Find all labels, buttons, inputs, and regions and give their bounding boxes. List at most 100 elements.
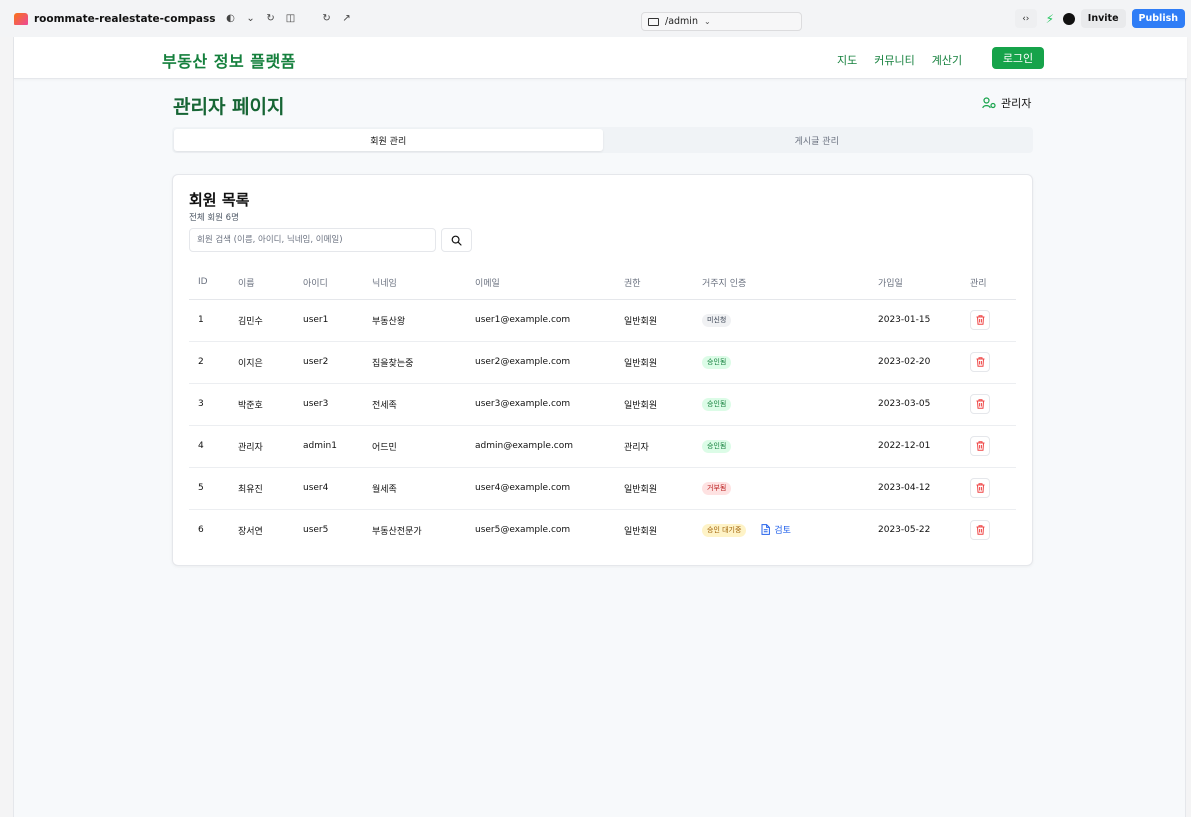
cell-nickname: 부동산전문가 — [372, 526, 422, 537]
col-username: 아이디 — [303, 266, 372, 300]
nav-community[interactable]: 커뮤니티 — [874, 52, 914, 68]
invite-button[interactable]: Invite — [1080, 9, 1126, 28]
cell-name: 장서연 — [238, 526, 263, 537]
col-nickname: 닉네임 — [372, 266, 475, 300]
monitor-icon — [648, 17, 659, 26]
tab-post-management[interactable]: 게시글 관리 — [603, 129, 1032, 151]
open-external-icon[interactable]: ↗ — [340, 12, 354, 26]
brand-logo[interactable]: 부동산 정보 플랫폼 — [162, 48, 296, 72]
table-row: 4 관리자 admin1 어드민 admin@example.com 관리자 승… — [189, 425, 1016, 468]
cell-name: 관리자 — [238, 425, 303, 468]
admin-role-label: 관리자 — [1001, 97, 1032, 110]
user-cog-icon — [982, 97, 996, 109]
site-header: 부동산 정보 플랫폼 지도 커뮤니티 계산기 로그인 — [14, 37, 1187, 79]
nav-calculator[interactable]: 계산기 — [932, 52, 962, 68]
app-page: 부동산 정보 플랫폼 지도 커뮤니티 계산기 로그인 관리자 페이지 관리자 회… — [13, 37, 1187, 817]
cell-name: 최유진 — [238, 467, 303, 510]
cell-username: user5 — [303, 525, 329, 536]
member-list-title: 회원 목록 — [189, 191, 250, 209]
trash-icon — [976, 357, 984, 367]
col-id: ID — [189, 266, 238, 300]
review-button[interactable]: 검토 — [761, 523, 791, 536]
tab-member-management[interactable]: 회원 관리 — [174, 129, 603, 151]
review-label: 검토 — [774, 526, 791, 537]
delete-button[interactable] — [970, 352, 990, 372]
cell-email: admin@example.com — [475, 425, 624, 468]
cell-id: 1 — [189, 299, 238, 342]
history-icon[interactable]: ↻ — [264, 12, 278, 26]
refresh-icon[interactable]: ↻ — [320, 12, 334, 26]
cell-email: user2@example.com — [475, 341, 624, 384]
table-header-row: ID 이름 아이디 닉네임 이메일 권한 거주지 인증 가입일 관리 — [189, 266, 1016, 300]
col-role: 권한 — [624, 266, 702, 300]
cell-joined: 2023-01-15 — [878, 299, 970, 342]
url-bar[interactable]: /admin ⌄ — [641, 12, 802, 31]
cell-nickname: 집을찾는중 — [372, 341, 475, 384]
trash-icon — [976, 441, 984, 451]
table-row: 3 박준호 user3 전세족 user3@example.com 일반회원 승… — [189, 383, 1016, 426]
delete-button[interactable] — [970, 478, 990, 498]
col-manage: 관리 — [970, 266, 1016, 300]
trash-icon — [976, 315, 984, 325]
col-joined: 가입일 — [878, 266, 970, 300]
chevron-down-icon[interactable]: ⌄ — [244, 12, 258, 26]
globe-icon[interactable]: ◐ — [224, 12, 238, 26]
cell-residence: 승인 대기중 검토 — [702, 509, 878, 551]
status-badge: 거부됨 — [702, 481, 732, 495]
cell-name: 이지은 — [238, 341, 303, 384]
cell-username: user2 — [303, 341, 372, 384]
status-badge: 승인됨 — [702, 439, 732, 453]
code-view-button[interactable]: ‹› — [1014, 9, 1037, 28]
sidebar-toggle-icon[interactable]: ◫ — [284, 12, 298, 26]
cell-residence: 승인됨 — [702, 425, 878, 468]
delete-button[interactable] — [970, 394, 990, 414]
member-search-input[interactable] — [189, 228, 436, 252]
cell-email: user3@example.com — [475, 383, 624, 426]
status-badge: 승인 대기중 — [702, 524, 747, 538]
cell-email: user4@example.com — [475, 467, 624, 510]
cell-residence: 승인됨 — [702, 341, 878, 384]
cell-id: 6 — [198, 525, 204, 536]
table-row: 6 장서연 user5 부동산전문가 user5@example.com 일반회… — [189, 509, 1016, 551]
main-nav: 지도 커뮤니티 계산기 — [837, 52, 962, 68]
cell-manage — [970, 509, 1016, 551]
cell-residence: 승인됨 — [702, 383, 878, 426]
cell-residence: 거부됨 — [702, 467, 878, 510]
cell-role: 일반회원 — [624, 526, 658, 537]
cell-id: 3 — [189, 383, 238, 426]
login-button[interactable]: 로그인 — [992, 47, 1044, 69]
github-icon[interactable] — [1062, 12, 1075, 25]
cell-nickname: 어드민 — [372, 425, 475, 468]
delete-button[interactable] — [970, 310, 990, 330]
cell-residence: 미신청 — [702, 299, 878, 342]
cell-joined: 2022-12-01 — [878, 425, 970, 468]
cell-username: user3 — [303, 383, 372, 426]
cell-name: 박준호 — [238, 383, 303, 426]
cell-username: user4 — [303, 467, 372, 510]
cell-email: user5@example.com — [475, 525, 571, 536]
admin-role-badge: 관리자 — [982, 95, 1031, 111]
cell-nickname: 부동산왕 — [372, 299, 475, 342]
project-name[interactable]: roommate-realestate-compass — [34, 13, 216, 25]
cell-username: admin1 — [303, 425, 372, 468]
delete-button[interactable] — [970, 520, 990, 541]
cell-manage — [970, 299, 1016, 342]
search-button[interactable] — [441, 228, 472, 252]
delete-button[interactable] — [970, 436, 990, 456]
cell-username: user1 — [303, 299, 372, 342]
cell-nickname: 월세족 — [372, 467, 475, 510]
cell-joined: 2023-02-20 — [878, 341, 970, 384]
cell-id: 4 — [189, 425, 238, 468]
col-residence: 거주지 인증 — [702, 266, 878, 300]
search-icon — [451, 235, 462, 246]
publish-button[interactable]: Publish — [1131, 9, 1185, 28]
cell-role: 관리자 — [624, 425, 702, 468]
trash-icon — [976, 525, 984, 536]
cell-manage — [970, 383, 1016, 426]
url-text: /admin — [665, 16, 698, 27]
cell-role: 일반회원 — [624, 467, 702, 510]
status-badge: 미신청 — [702, 313, 732, 327]
nav-map[interactable]: 지도 — [837, 52, 857, 68]
bolt-icon[interactable]: ⚡ — [1043, 12, 1057, 26]
cell-manage — [970, 467, 1016, 510]
